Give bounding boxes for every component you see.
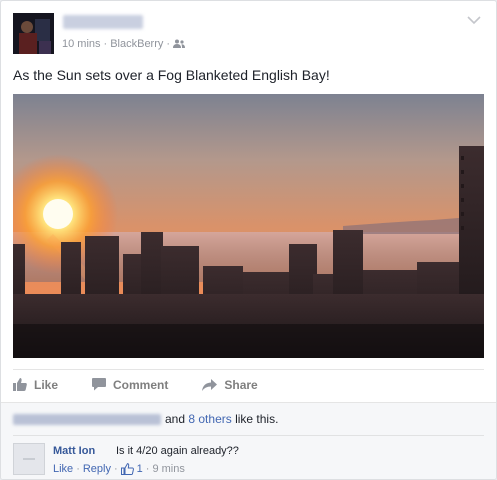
- post-source: BlackBerry: [110, 38, 164, 50]
- commenter-avatar[interactable]: [13, 443, 45, 475]
- share-icon: [202, 378, 218, 391]
- comment-icon: [92, 378, 107, 391]
- share-button[interactable]: Share: [202, 377, 258, 392]
- post-card: 10 mins · BlackBerry · As the Sun sets over…: [0, 0, 497, 480]
- likers-names-redacted[interactable]: [13, 413, 161, 425]
- post-photo[interactable]: [13, 94, 484, 358]
- comment-like-count[interactable]: 1: [137, 463, 143, 475]
- likes-suffix: like this.: [235, 412, 279, 426]
- comment-separator: ·: [76, 463, 80, 475]
- post-meta: 10 mins · BlackBerry ·: [62, 38, 186, 50]
- likes-sentence: and 8 others like this.: [13, 412, 278, 426]
- comment-separator: ·: [145, 463, 150, 475]
- meta-separator: ·: [166, 38, 171, 50]
- comment-reply-link[interactable]: Reply: [83, 463, 111, 475]
- author-avatar[interactable]: [13, 13, 54, 54]
- ufi-section: and 8 others like this. Matt Ion Is it 4…: [1, 402, 496, 479]
- post-actions: Like Comment Share: [13, 369, 484, 399]
- comment-meta: Like · Reply · 1 · 9 mins: [53, 463, 185, 475]
- comment-separator: ·: [113, 463, 118, 475]
- comment-author[interactable]: Matt Ion: [53, 445, 95, 457]
- friends-icon[interactable]: [173, 39, 186, 48]
- post-text: As the Sun sets over a Fog Blanketed Eng…: [13, 67, 330, 83]
- author-name-redacted[interactable]: [63, 15, 143, 29]
- likes-others-link[interactable]: 8 others: [188, 412, 231, 426]
- comment-button[interactable]: Comment: [92, 378, 168, 392]
- like-label: Like: [34, 377, 59, 392]
- likes-connector: and: [165, 412, 186, 426]
- divider: [13, 435, 484, 436]
- share-label: Share: [224, 377, 258, 392]
- comment-like-link[interactable]: Like: [53, 463, 73, 475]
- meta-separator: ·: [103, 38, 108, 50]
- post-header: 10 mins · BlackBerry ·: [13, 13, 483, 55]
- comment-time[interactable]: 9 mins: [152, 463, 184, 475]
- chevron-down-icon[interactable]: [467, 15, 481, 25]
- thumbs-up-outline-icon[interactable]: [120, 463, 134, 475]
- thumbs-up-icon: [13, 378, 27, 391]
- comment-label: Comment: [113, 377, 169, 392]
- post-time[interactable]: 10 mins: [62, 38, 101, 50]
- comment-text: Is it 4/20 again already??: [116, 445, 239, 457]
- like-button[interactable]: Like: [13, 378, 58, 392]
